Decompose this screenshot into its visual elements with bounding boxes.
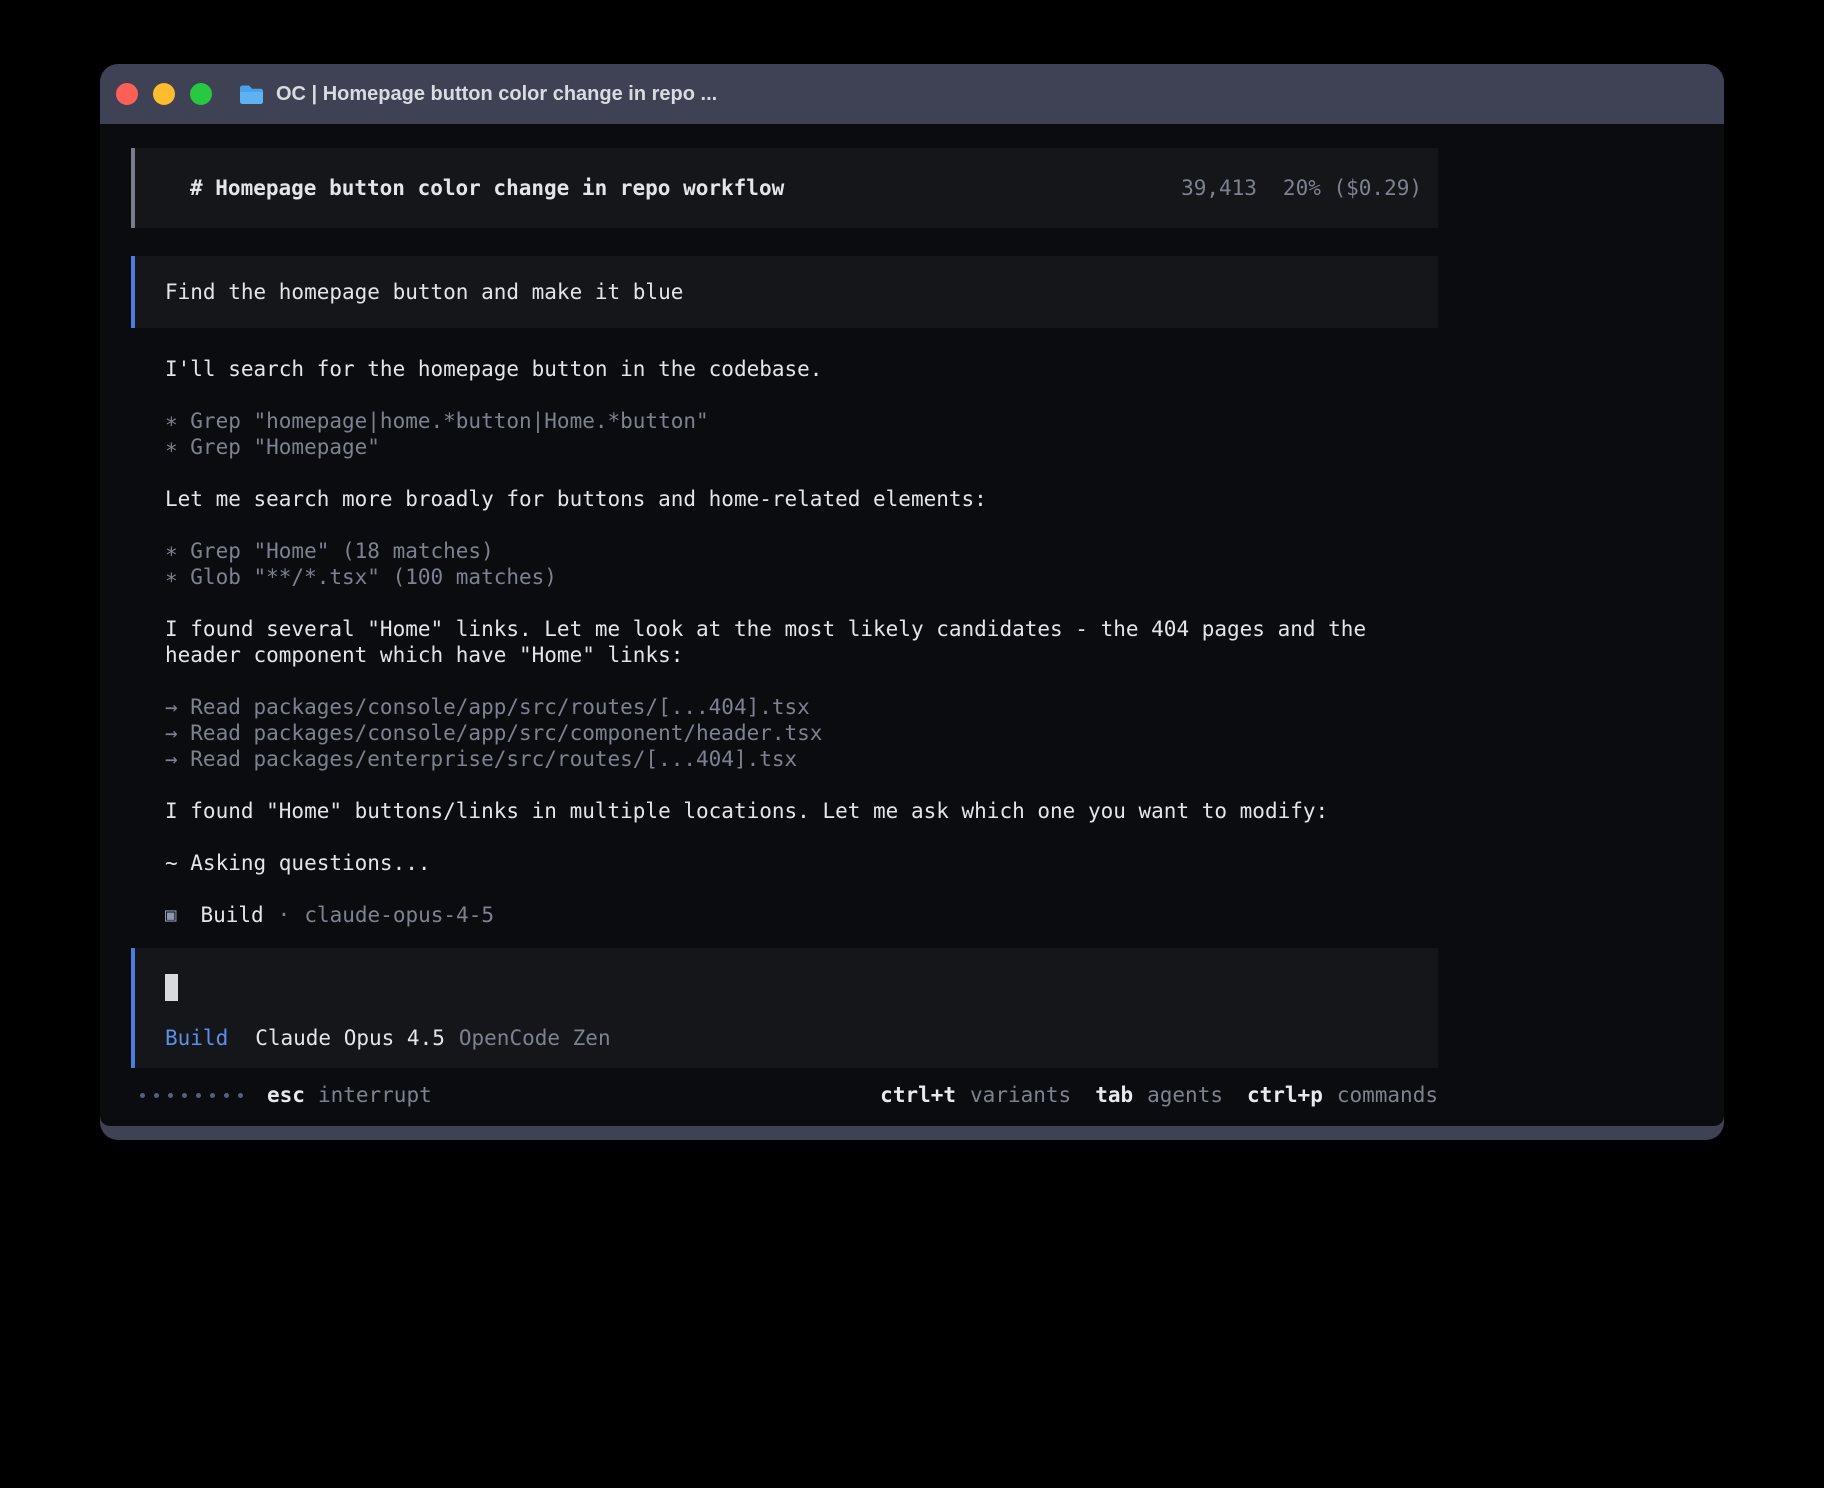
close-button[interactable] (116, 83, 138, 105)
interrupt-key-hint: esc (267, 1082, 305, 1108)
shortcut-label: agents (1147, 1082, 1223, 1108)
session-header: # Homepage button color change in repo w… (131, 148, 1438, 228)
shortcut-key: ctrl+t (880, 1082, 956, 1108)
session-title: # Homepage button color change in repo w… (190, 175, 784, 201)
terminal-content: # Homepage button color change in repo w… (100, 124, 1724, 1126)
mode-label: Build (165, 1025, 228, 1051)
statusbar-right: ctrl+t variants tab agents ctrl+p comman… (880, 1082, 1438, 1108)
assistant-text: I found several "Home" links. Let me loo… (165, 616, 1438, 668)
tool-call-line: ∗ Grep "homepage|home.*button|Home.*butt… (165, 408, 1438, 434)
terminal-window: OC | Homepage button color change in rep… (100, 64, 1724, 1140)
status-bar: esc interrupt ctrl+t variants tab agents… (131, 1082, 1438, 1108)
titlebar[interactable]: OC | Homepage button color change in rep… (100, 64, 1724, 124)
spinner (140, 1093, 243, 1098)
folder-icon (238, 83, 265, 106)
minimize-button[interactable] (153, 83, 175, 105)
context-usage: 20% ($0.29) (1283, 175, 1422, 201)
assistant-text: I'll search for the homepage button in t… (165, 356, 1438, 382)
provider-name: OpenCode Zen (459, 1025, 611, 1051)
tool-call-line: ∗ Grep "Homepage" (165, 434, 1438, 460)
user-message-text: Find the homepage button and make it blu… (165, 279, 683, 305)
traffic-lights (116, 83, 212, 105)
tool-calls: ∗ Grep "Home" (18 matches) ∗ Glob "**/*.… (165, 538, 1438, 590)
zoom-button[interactable] (190, 83, 212, 105)
agent-separator: · (278, 902, 291, 928)
tool-call-line: → Read packages/console/app/src/componen… (165, 720, 1438, 746)
text-cursor (165, 974, 178, 1001)
model-row: Build Claude Opus 4.5 OpenCode Zen (165, 1025, 1438, 1051)
interrupt-label: interrupt (318, 1082, 432, 1108)
shortcut-label: commands (1337, 1082, 1438, 1108)
tool-call-line: ∗ Glob "**/*.tsx" (100 matches) (165, 564, 1438, 590)
window-title: OC | Homepage button color change in rep… (276, 83, 717, 106)
model-name: Claude Opus 4.5 (255, 1025, 445, 1051)
user-message: Find the homepage button and make it blu… (131, 256, 1438, 328)
tool-calls: ∗ Grep "homepage|home.*button|Home.*butt… (165, 408, 1438, 460)
token-count: 39,413 (1181, 175, 1257, 201)
shortcut-key: ctrl+p (1247, 1082, 1323, 1108)
agent-model: claude-opus-4-5 (304, 902, 494, 928)
shortcut-commands: ctrl+p commands (1247, 1082, 1438, 1108)
shortcut-key: tab (1095, 1082, 1133, 1108)
shortcut-variants: ctrl+t variants (880, 1082, 1071, 1108)
tool-call-line: → Read packages/console/app/src/routes/[… (165, 694, 1438, 720)
session-stats: 39,413 20% ($0.29) (1181, 175, 1422, 201)
assistant-status-text: ~ Asking questions... (165, 850, 1438, 876)
statusbar-left: esc interrupt (131, 1082, 432, 1108)
agent-name: Build (200, 902, 263, 928)
tool-calls: → Read packages/console/app/src/routes/[… (165, 694, 1438, 772)
tool-call-line: → Read packages/enterprise/src/routes/[.… (165, 746, 1438, 772)
agent-status-row: ▣ Build · claude-opus-4-5 (165, 902, 1438, 928)
agent-build-icon: ▣ (165, 902, 176, 928)
opencode-tui: # Homepage button color change in repo w… (131, 148, 1438, 1108)
assistant-text: I found "Home" buttons/links in multiple… (165, 798, 1438, 824)
prompt-input[interactable]: Build Claude Opus 4.5 OpenCode Zen (131, 948, 1438, 1068)
shortcut-label: variants (970, 1082, 1071, 1108)
tool-call-line: ∗ Grep "Home" (18 matches) (165, 538, 1438, 564)
assistant-text: Let me search more broadly for buttons a… (165, 486, 1438, 512)
shortcut-agents: tab agents (1095, 1082, 1223, 1108)
conversation: I'll search for the homepage button in t… (131, 356, 1438, 928)
